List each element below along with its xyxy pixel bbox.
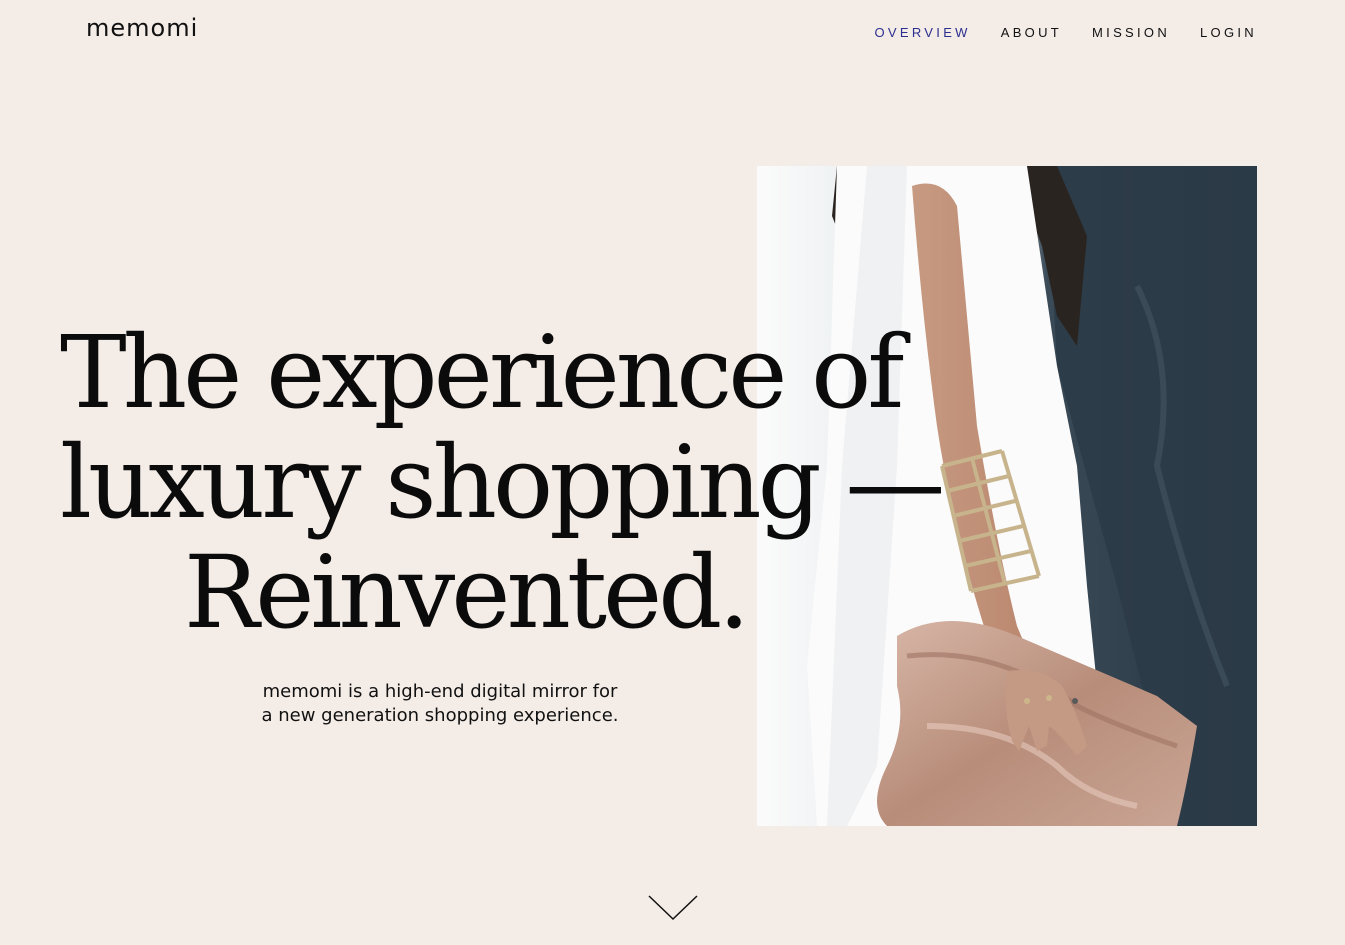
headline-line-3: Reinvented. — [183, 534, 750, 651]
hero-headline: The experience of luxury shopping — Rein… — [60, 314, 945, 651]
chevron-down-icon — [648, 895, 698, 921]
nav-login[interactable]: LOGIN — [1200, 25, 1257, 40]
subtext-line-2: a new generation shopping experience. — [261, 705, 619, 726]
main-nav: OVERVIEW ABOUT MISSION LOGIN — [875, 25, 1258, 40]
headline-line-1: The experience of — [60, 314, 904, 431]
scroll-down-button[interactable] — [646, 893, 700, 923]
headline-line-2: luxury shopping — — [60, 424, 945, 541]
subtext-line-1: memomi is a high-end digital mirror for — [262, 681, 618, 702]
hero-subtext: memomi is a high-end digital mirror for … — [215, 680, 665, 728]
nav-mission[interactable]: MISSION — [1092, 25, 1170, 40]
logo[interactable]: memomi — [86, 14, 198, 42]
nav-about[interactable]: ABOUT — [1001, 25, 1062, 40]
nav-overview[interactable]: OVERVIEW — [875, 25, 971, 40]
